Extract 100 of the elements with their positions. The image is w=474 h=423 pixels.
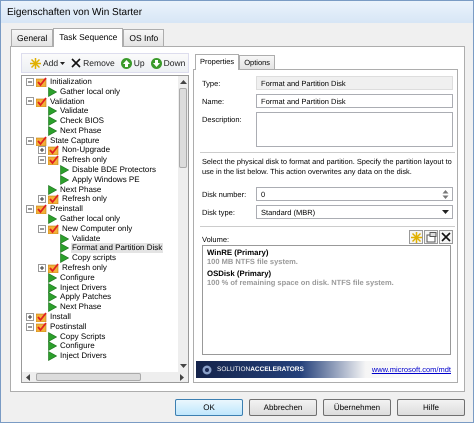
caret-icon[interactable] <box>442 210 449 214</box>
play-icon <box>48 214 57 224</box>
folder-check-icon <box>48 145 59 156</box>
tree-item[interactable]: Copy Scripts <box>59 332 106 342</box>
tree-item[interactable]: Disable BDE Protectors <box>71 165 158 176</box>
down-arrow-icon <box>150 58 162 68</box>
tree-item[interactable]: Initialization <box>49 76 93 87</box>
tree-item[interactable]: Gather local only <box>59 86 122 97</box>
folder-check-icon <box>48 263 59 274</box>
tab[interactable]: OS Info <box>123 29 164 46</box>
tree-item[interactable]: Inject Drivers <box>59 351 108 362</box>
tree-item[interactable]: Validate <box>71 234 102 244</box>
dialog-button[interactable]: Übernehmen <box>323 398 391 416</box>
toolbar-button[interactable]: Add <box>28 58 68 68</box>
expander-icon[interactable] <box>38 264 46 272</box>
play-icon <box>48 272 57 283</box>
logo-icon <box>202 364 212 374</box>
tree-item[interactable]: Apply Windows PE <box>71 174 141 185</box>
sparkle-icon <box>410 232 422 242</box>
folder-check-icon <box>36 76 47 87</box>
play-icon <box>48 332 57 342</box>
play-icon <box>60 243 69 254</box>
window-icon <box>426 232 436 242</box>
dialog-button[interactable]: Hilfe <box>397 398 465 416</box>
tree-item[interactable]: Configure <box>59 272 96 283</box>
expander-icon[interactable] <box>26 78 34 86</box>
folder-check-icon <box>36 312 47 322</box>
play-icon <box>48 302 57 312</box>
tab[interactable]: Task Sequence <box>53 28 124 47</box>
scrollbar-thumb[interactable] <box>179 88 187 168</box>
expander-icon[interactable] <box>38 146 46 154</box>
play-icon <box>60 234 69 244</box>
dialog-button[interactable]: OK <box>175 398 243 416</box>
play-icon <box>48 351 57 362</box>
scrollbar-thumb[interactable] <box>36 373 141 381</box>
close-icon <box>71 58 82 68</box>
expander-icon[interactable] <box>26 322 34 331</box>
folder-check-icon <box>48 194 59 204</box>
scroll-down-icon[interactable] <box>180 364 186 369</box>
tree-item[interactable]: Gather local only <box>59 214 122 224</box>
scroll-right-icon[interactable] <box>180 374 185 380</box>
play-icon <box>48 106 57 116</box>
play-icon <box>60 174 69 185</box>
description-field[interactable] <box>256 112 453 147</box>
toolbar-button[interactable]: Remove <box>69 58 117 68</box>
caret-icon <box>60 62 66 64</box>
scroll-left-icon[interactable] <box>25 374 30 380</box>
folder-check-icon <box>36 322 47 332</box>
delete-button[interactable] <box>439 230 453 244</box>
play-icon <box>48 86 57 97</box>
folder-check-icon <box>36 136 47 146</box>
tree-item[interactable]: Next Phase <box>59 184 102 195</box>
tree-item[interactable]: Validation <box>49 96 86 106</box>
tree-item[interactable]: Validate <box>59 106 90 116</box>
up-arrow-icon <box>120 58 132 68</box>
tree-item[interactable]: Next Phase <box>59 126 102 136</box>
toolbar-button[interactable]: Up <box>118 58 147 68</box>
play-icon <box>60 165 69 176</box>
horizontal-scrollbar[interactable] <box>22 372 188 382</box>
folder-check-icon <box>48 224 59 234</box>
tree-item[interactable]: Inject Drivers <box>59 282 108 293</box>
tree-item[interactable]: Check BIOS <box>59 116 106 126</box>
tree-item[interactable]: Postinstall <box>49 322 88 332</box>
expander-icon[interactable] <box>38 156 46 164</box>
tree-item[interactable]: Format and Partition Disk <box>71 243 164 254</box>
play-icon <box>60 253 69 264</box>
tree-item[interactable]: Non-Upgrade <box>61 145 112 156</box>
dialog-button[interactable]: Abbrechen <box>249 398 317 416</box>
vertical-scrollbar[interactable] <box>178 76 188 372</box>
folder-check-icon <box>36 204 47 214</box>
expander-icon[interactable] <box>38 195 46 204</box>
scroll-up-icon[interactable] <box>180 79 186 84</box>
tree-item[interactable]: Refresh only <box>61 263 108 274</box>
properties-button[interactable] <box>424 230 438 244</box>
tree-item[interactable]: Apply Patches <box>59 292 112 302</box>
expander-icon[interactable] <box>26 313 34 322</box>
tree-item[interactable]: Preinstall <box>49 204 84 214</box>
play-icon <box>48 116 57 126</box>
expander-icon[interactable] <box>26 136 34 145</box>
toolbar-button[interactable]: Down <box>148 58 188 68</box>
play-icon <box>48 282 57 293</box>
expander-icon[interactable] <box>26 97 34 106</box>
folder-check-icon <box>48 155 59 166</box>
tree-item[interactable]: New Computer only <box>61 224 134 234</box>
tab[interactable]: General <box>11 29 54 46</box>
tree-item[interactable]: Next Phase <box>59 302 102 312</box>
tree-item[interactable]: Refresh only <box>61 194 108 204</box>
tree-item[interactable]: Copy scripts <box>71 253 118 264</box>
play-icon <box>48 341 57 352</box>
play-icon <box>48 126 57 136</box>
window-title: Eigenschaften von Win Starter <box>7 6 142 18</box>
tree-item[interactable]: Configure <box>59 341 96 352</box>
sparkle-icon <box>30 58 41 68</box>
tree-item[interactable]: State Capture <box>49 136 100 146</box>
expander-icon[interactable] <box>26 205 34 214</box>
expander-icon[interactable] <box>38 224 46 233</box>
tree-item[interactable]: Install <box>49 312 72 322</box>
spinner-icon[interactable] <box>442 188 449 200</box>
play-icon <box>48 292 57 302</box>
tree-item[interactable]: Refresh only <box>61 155 108 166</box>
